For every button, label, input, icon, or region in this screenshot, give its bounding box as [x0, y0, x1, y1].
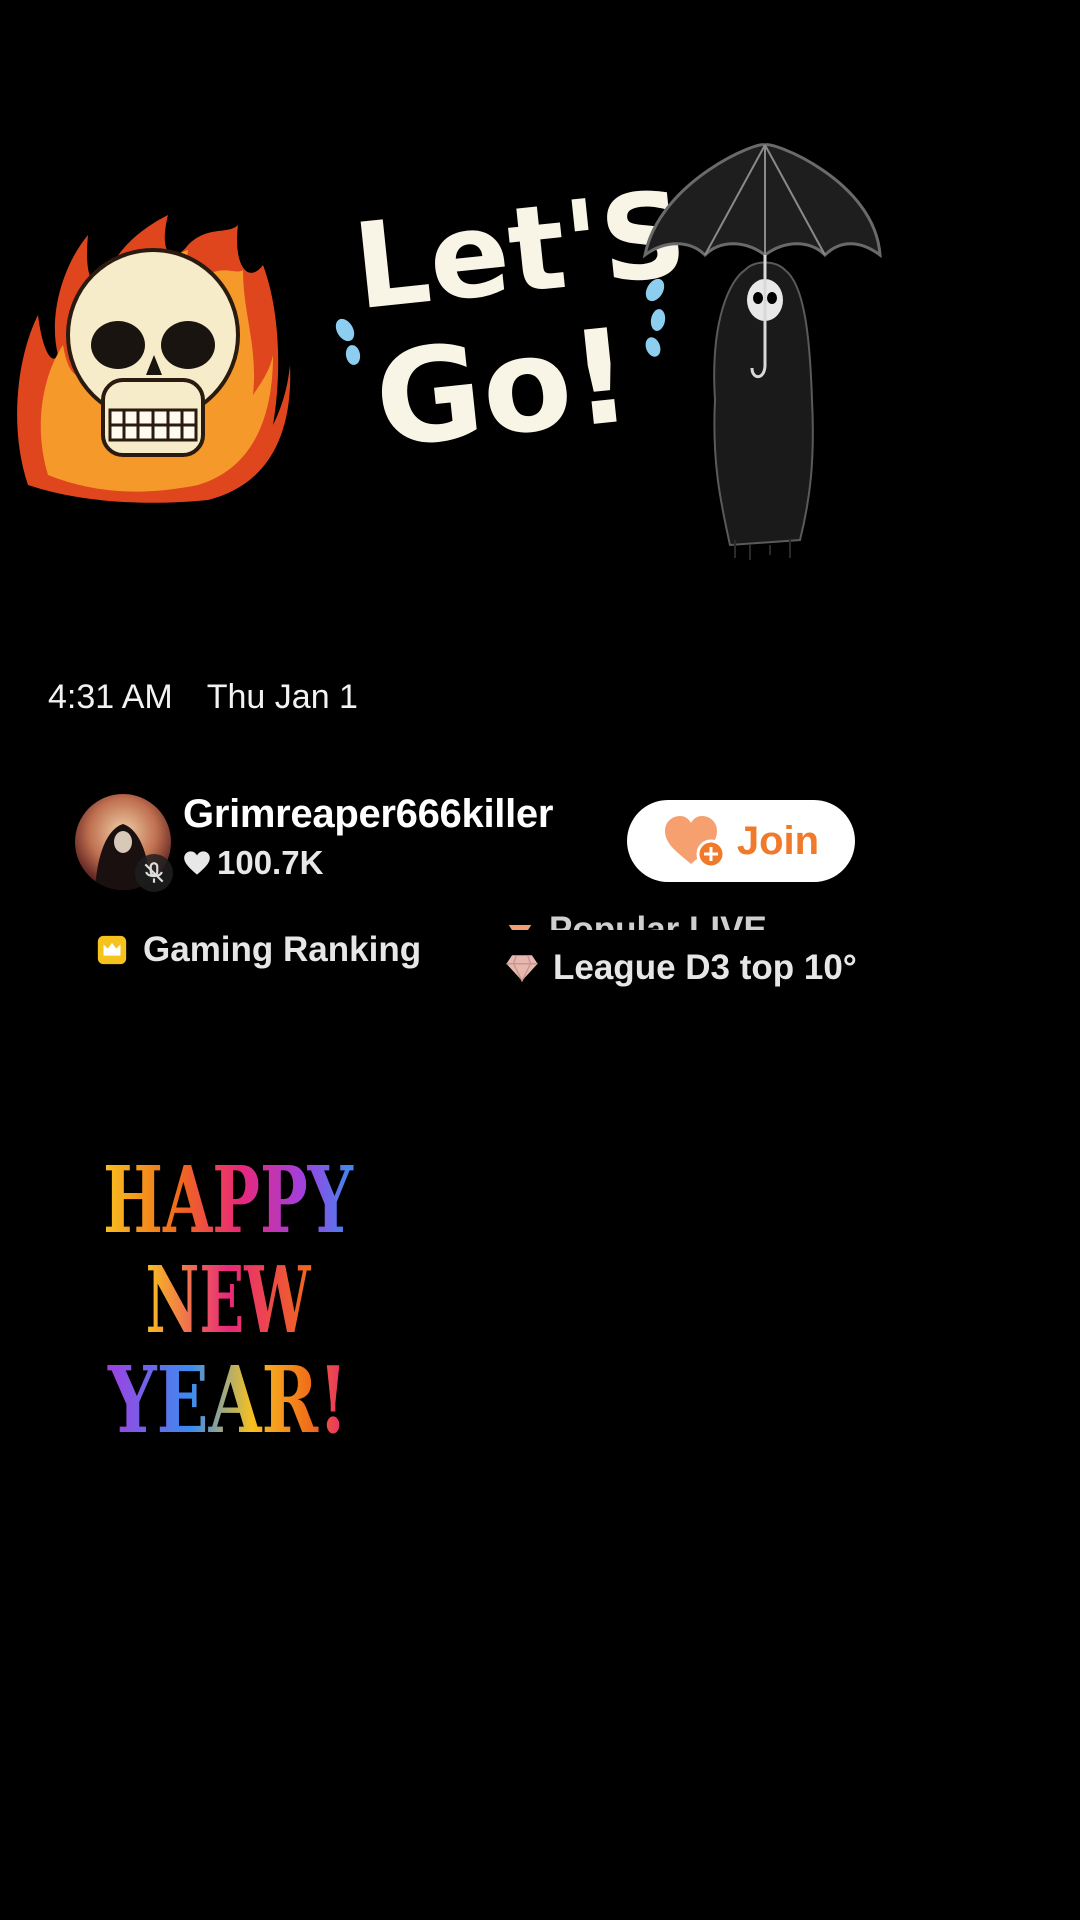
lets-go-sticker: Let'S Go!: [335, 164, 693, 477]
grim-reaper-icon: [642, 143, 882, 560]
grim-reaper-umbrella-sticker: [640, 140, 885, 560]
flaming-skull-icon: [17, 215, 291, 503]
join-button[interactable]: Join: [627, 800, 855, 882]
gaming-ranking-chip[interactable]: Gaming Ranking: [95, 930, 421, 970]
new-year-line1: HAPPY: [103, 1146, 354, 1254]
happy-new-year-sticker: HAPPY NEW YEAR!: [95, 1140, 365, 1454]
host-bar: Grimreaper666killer 100.7K Join: [75, 792, 865, 892]
flaming-skull-sticker: [8, 205, 293, 505]
heart-plus-icon: [664, 816, 726, 868]
join-label: Join: [736, 818, 820, 863]
lets-go-line2: Go!: [368, 299, 638, 465]
mic-muted-badge: [135, 854, 173, 892]
league-ranking-label: League D3 top 10°: [553, 948, 857, 987]
popular-live-chip[interactable]: Popular LIVE: [505, 896, 767, 930]
likes-count: 100.7K: [217, 844, 324, 881]
datetime-row: 4:31 AM Thu Jan 1: [48, 678, 358, 717]
league-ranking-chip[interactable]: League D3 top 10°: [505, 948, 857, 988]
new-year-line2: NEW: [146, 1246, 312, 1354]
gaming-ranking-label: Gaming Ranking: [143, 930, 422, 969]
popular-live-label: Popular LIVE: [549, 910, 767, 930]
diamond-icon: [506, 955, 538, 983]
date-label: Thu Jan 1: [206, 678, 358, 716]
time-label: 4:31 AM: [48, 678, 173, 716]
happy-new-year-text-icon: HAPPY NEW YEAR!: [103, 1146, 354, 1454]
new-year-line3: YEAR!: [107, 1346, 348, 1450]
flame-badge-icon: [508, 925, 532, 930]
crown-icon: [97, 935, 127, 965]
heart-icon: [184, 851, 210, 875]
host-username[interactable]: Grimreaper666killer: [183, 792, 553, 837]
lets-go-text-icon: Let'S Go!: [335, 164, 693, 477]
host-likes: 100.7K: [183, 844, 323, 882]
mic-off-icon: [144, 862, 164, 883]
